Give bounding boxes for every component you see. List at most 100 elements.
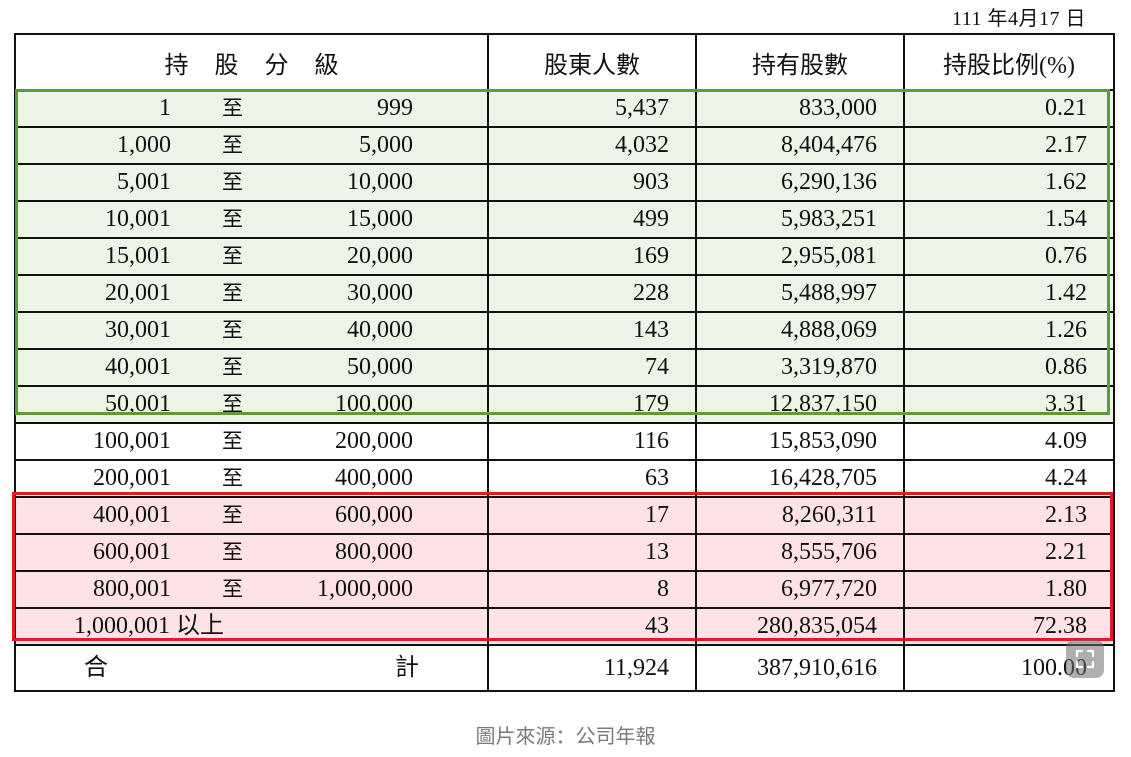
shares-cell: 6,977,720: [695, 570, 905, 609]
expand-icon: [1075, 649, 1095, 669]
holders-cell: 8: [487, 570, 697, 609]
range-from: 800,001: [93, 576, 171, 602]
holders-cell: 116: [487, 422, 697, 461]
range-separator: 至: [222, 503, 243, 527]
total-label-cell: 合 計: [14, 644, 489, 692]
range-from: 1: [159, 95, 171, 121]
range-from: 10,001: [105, 206, 171, 232]
range-cell: 600,001 至 800,000: [14, 533, 489, 572]
range-cell: 30,001 至 40,000: [14, 311, 489, 350]
range-from: 30,001: [105, 317, 171, 343]
shares-cell: 8,555,706: [695, 533, 905, 572]
range-separator: 至: [222, 355, 243, 379]
ratio-cell: 2.13: [903, 496, 1115, 535]
range-from: 5,001: [117, 169, 171, 195]
range-cell: 200,001 至 400,000: [14, 459, 489, 498]
holders-cell: 499: [487, 200, 697, 239]
range-from: 50,001: [105, 391, 171, 417]
header-holders: 股東人數: [487, 33, 697, 91]
table-row: 1 至 999 5,437 833,000 0.21: [14, 89, 1115, 128]
range-end: 800,000: [335, 539, 413, 565]
table-row: 1,000 至 5,000 4,032 8,404,476 2.17: [14, 126, 1115, 165]
range-cell: 15,001 至 20,000: [14, 237, 489, 276]
shareholding-table-container: 持股分級 股東人數 持有股數 持股比例(%) 1 至 999 5,437 833,000…: [12, 33, 1115, 692]
table-row: 200,001 至 400,000 63 16,428,705 4.24: [14, 459, 1115, 498]
range-end: 400,000: [335, 465, 413, 491]
shares-cell: 8,404,476: [695, 126, 905, 165]
shares-cell: 4,888,069: [695, 311, 905, 350]
ratio-cell: 0.21: [903, 89, 1115, 128]
table-header-row: 持股分級 股東人數 持有股數 持股比例(%): [14, 33, 1115, 91]
range-from: 20,001: [105, 280, 171, 306]
holders-cell: 169: [487, 237, 697, 276]
range-separator: 至: [222, 392, 243, 416]
table-body: 1 至 999 5,437 833,000 0.21 1,000 至 5,000 4,032 8,4…: [14, 89, 1115, 646]
range-end: 100,000: [335, 391, 413, 417]
holders-cell: 179: [487, 385, 697, 424]
shares-cell: 12,837,150: [695, 385, 905, 424]
range-separator: 至: [222, 466, 243, 490]
ratio-cell: 4.24: [903, 459, 1115, 498]
holders-cell: 17: [487, 496, 697, 535]
ratio-cell: 4.09: [903, 422, 1115, 461]
holders-cell: 5,437: [487, 89, 697, 128]
table-row: 15,001 至 20,000 169 2,955,081 0.76: [14, 237, 1115, 276]
range-separator: 至: [222, 429, 243, 453]
range-from: 1,000: [117, 132, 171, 158]
header-shares: 持有股數: [695, 33, 905, 91]
range-cell: 10,001 至 15,000: [14, 200, 489, 239]
range-end: 999: [377, 95, 413, 121]
range-end: 1,000,000: [317, 576, 413, 602]
range-cell: 800,001 至 1,000,000: [14, 570, 489, 609]
table-row: 800,001 至 1,000,000 8 6,977,720 1.80: [14, 570, 1115, 609]
range-from: 40,001: [105, 354, 171, 380]
range-end: 30,000: [347, 280, 413, 306]
range-from: 15,001: [105, 243, 171, 269]
header-ratio: 持股比例(%): [903, 33, 1115, 91]
table-row: 100,001 至 200,000 116 15,853,090 4.09: [14, 422, 1115, 461]
range-separator: 至: [222, 170, 243, 194]
holders-cell: 143: [487, 311, 697, 350]
ratio-cell: 3.31: [903, 385, 1115, 424]
range-separator: 至: [222, 540, 243, 564]
total-label-right: 計: [395, 655, 419, 681]
ratio-cell: 1.80: [903, 570, 1115, 609]
holders-cell: 43: [487, 607, 697, 646]
holders-cell: 63: [487, 459, 697, 498]
table-row: 50,001 至 100,000 179 12,837,150 3.31: [14, 385, 1115, 424]
range-from: 200,001: [93, 465, 171, 491]
range-cell: 1 至 999: [14, 89, 489, 128]
table-row: 600,001 至 800,000 13 8,555,706 2.21: [14, 533, 1115, 572]
shares-cell: 5,488,997: [695, 274, 905, 313]
shares-cell: 8,260,311: [695, 496, 905, 535]
holders-cell: 228: [487, 274, 697, 313]
table-row: 30,001 至 40,000 143 4,888,069 1.26: [14, 311, 1115, 350]
header-range: 持股分級: [14, 33, 489, 91]
range-cell: 50,001 至 100,000: [14, 385, 489, 424]
table-row: 40,001 至 50,000 74 3,319,870 0.86: [14, 348, 1115, 387]
table-row: 5,001 至 10,000 903 6,290,136 1.62: [14, 163, 1115, 202]
range-end: 600,000: [335, 502, 413, 528]
range-end: 50,000: [347, 354, 413, 380]
range-from: 600,001: [93, 539, 171, 565]
shares-cell: 2,955,081: [695, 237, 905, 276]
range-cell: 5,001 至 10,000: [14, 163, 489, 202]
ratio-cell: 1.42: [903, 274, 1115, 313]
total-shares: 387,910,616: [695, 644, 905, 692]
holders-cell: 903: [487, 163, 697, 202]
total-label-left: 合: [84, 655, 108, 681]
table-row: 10,001 至 15,000 499 5,983,251 1.54: [14, 200, 1115, 239]
image-source-caption: 圖片來源：公司年報: [475, 724, 656, 748]
range-end: 15,000: [347, 206, 413, 232]
shareholding-distribution-table: 持股分級 股東人數 持有股數 持股比例(%) 1 至 999 5,437 833,000…: [14, 33, 1115, 692]
shares-cell: 833,000: [695, 89, 905, 128]
ratio-cell: 2.17: [903, 126, 1115, 165]
range-from: 400,001: [93, 502, 171, 528]
shares-cell: 5,983,251: [695, 200, 905, 239]
expand-image-button[interactable]: [1066, 640, 1104, 678]
holders-cell: 4,032: [487, 126, 697, 165]
range-cell: 1,000,001 以上: [14, 607, 489, 646]
range-cell: 1,000 至 5,000: [14, 126, 489, 165]
range-end: 10,000: [347, 169, 413, 195]
range-separator: 至: [222, 96, 243, 120]
